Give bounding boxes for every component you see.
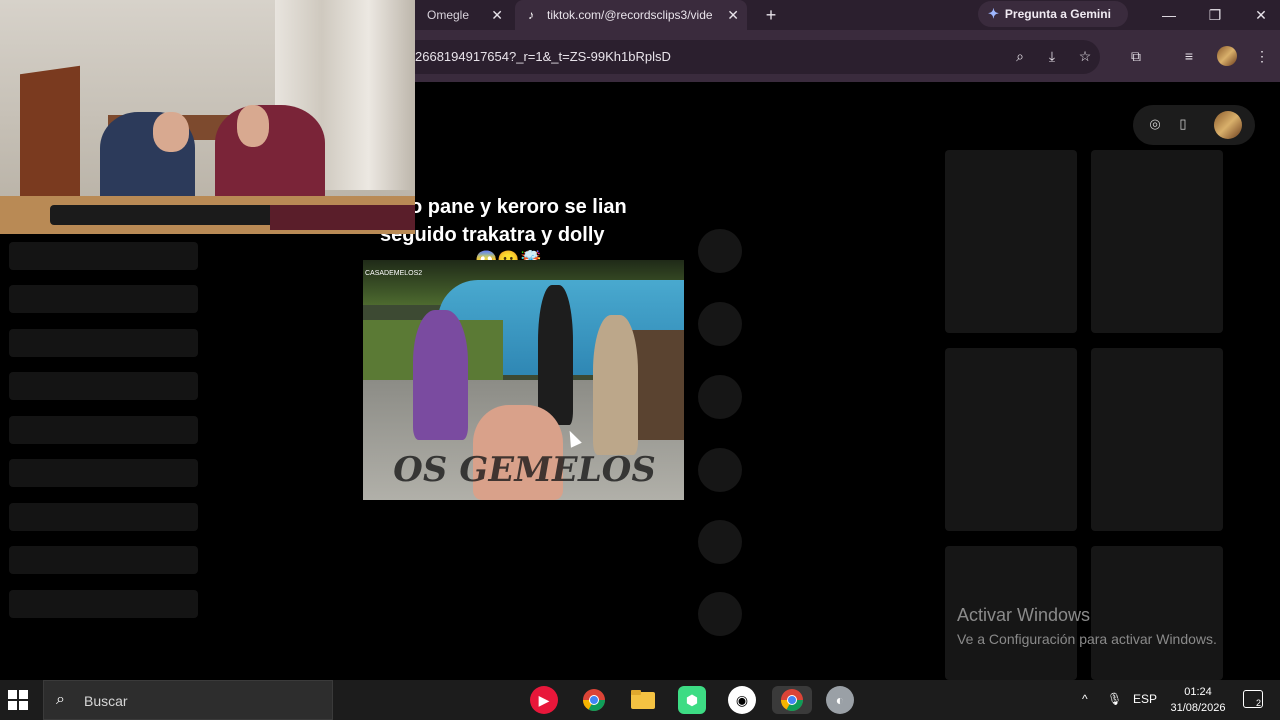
url-text[interactable]: 2668194917654?_r=1&_t=ZS-99Kh1bRplsD — [415, 49, 671, 64]
install-app-icon[interactable]: ⤓ — [1042, 46, 1062, 66]
skeleton-row — [9, 242, 198, 270]
comment-button-placeholder[interactable] — [698, 302, 742, 346]
save-button-placeholder[interactable] — [698, 375, 742, 419]
video-caption-line1: o pane y keroro se lian — [410, 196, 627, 218]
taskbar-clock[interactable]: 01:24 31/08/2026 — [1163, 684, 1233, 716]
notification-icon[interactable]: 2 — [1243, 690, 1263, 708]
compass-icon[interactable]: ◎ — [1146, 115, 1164, 133]
profile-avatar[interactable] — [1217, 46, 1237, 66]
media-controls-icon[interactable]: ≡ — [1179, 46, 1199, 66]
profile-avatar[interactable] — [1214, 111, 1242, 139]
gemini-sparkle-icon: ✦ — [988, 6, 999, 21]
close-window-icon[interactable]: ✕ — [1238, 0, 1280, 30]
like-button-placeholder[interactable] — [698, 229, 742, 273]
video-person — [538, 285, 573, 425]
windows-taskbar: ⌕ Buscar ▶ ⬢ ◉ ◐ ^ 🎙 ESP 01:24 31/08/202… — [0, 680, 1280, 720]
skeleton-thumbnail — [1091, 150, 1223, 333]
skeleton-row — [9, 459, 198, 487]
video-person — [413, 310, 468, 440]
skeleton-thumbnail — [1091, 348, 1223, 531]
zoom-icon[interactable]: ⌕ — [1010, 46, 1030, 66]
webcam-mousepad — [270, 205, 415, 230]
windows-start-icon[interactable] — [8, 690, 28, 710]
tab-omegle[interactable]: Omegle ✕ — [415, 0, 511, 30]
menu-dots-icon[interactable]: ⋮ — [1252, 46, 1272, 66]
skeleton-thumbnail — [945, 348, 1077, 531]
minimize-icon[interactable]: — — [1146, 0, 1192, 30]
tab-label: tiktok.com/@recordsclips3/vide — [547, 8, 713, 22]
webcam-door — [20, 65, 80, 215]
gemini-label: Pregunta a Gemini — [1004, 7, 1111, 21]
phone-icon[interactable]: ▯ — [1174, 115, 1192, 133]
search-placeholder: Buscar — [84, 693, 128, 709]
taskbar-search-input[interactable]: ⌕ Buscar — [43, 680, 333, 720]
video-person — [593, 315, 638, 455]
action-button-placeholder[interactable] — [698, 592, 742, 636]
activate-windows-subtitle: Ve a Configuración para activar Windows. — [957, 631, 1217, 647]
webcam-overlay — [0, 0, 415, 234]
activate-windows-title: Activar Windows — [957, 605, 1091, 625]
skeleton-row — [9, 590, 198, 618]
microphone-icon[interactable]: 🎙 — [1107, 692, 1122, 706]
close-tab-icon[interactable]: ✕ — [491, 7, 503, 24]
restore-icon[interactable]: ❐ — [1192, 0, 1238, 30]
skeleton-row — [9, 416, 198, 444]
chrome-icon[interactable] — [580, 686, 608, 714]
webcam-person-right-head — [237, 105, 269, 147]
tab-tiktok[interactable]: ♪ tiktok.com/@recordsclips3/vide ✕ — [515, 0, 747, 30]
notification-count: 2 — [1255, 698, 1261, 708]
chevron-up-icon[interactable]: ^ — [1082, 692, 1088, 706]
file-explorer-icon[interactable] — [629, 686, 657, 714]
android-studio-icon[interactable]: ⬢ — [678, 686, 706, 714]
skeleton-row — [9, 372, 198, 400]
action-button-placeholder[interactable] — [698, 520, 742, 564]
app-icon[interactable]: ◐ — [826, 686, 854, 714]
skeleton-row — [9, 285, 198, 313]
video-player[interactable]: CASADEMELOS2 OS GEMELOS — [363, 260, 684, 500]
chrome-active-icon[interactable] — [772, 686, 812, 714]
language-indicator[interactable]: ESP — [1133, 692, 1157, 706]
clock-date: 31/08/2026 — [1170, 702, 1226, 714]
search-icon: ⌕ — [56, 691, 65, 708]
skeleton-row — [9, 503, 198, 531]
video-watermark: OS GEMELOS — [389, 450, 660, 490]
share-button-placeholder[interactable] — [698, 448, 742, 492]
clock-time: 01:24 — [1184, 686, 1212, 698]
tiktok-icon: ♪ — [528, 8, 534, 22]
plus-icon[interactable]: + — [760, 4, 782, 26]
webcam-person-left-head — [153, 112, 189, 152]
skeleton-row — [9, 546, 198, 574]
skeleton-thumbnail — [1091, 546, 1223, 680]
close-tab-icon[interactable]: ✕ — [727, 7, 739, 24]
extensions-icon[interactable]: ⧉ — [1126, 46, 1146, 66]
gemini-button[interactable]: ✦ Pregunta a Gemini — [978, 1, 1128, 27]
tab-label: Omegle — [427, 8, 470, 22]
skeleton-thumbnail — [945, 150, 1077, 333]
video-channel-tag: CASADEMELOS2 — [365, 270, 423, 277]
youtube-music-icon[interactable]: ▶ — [530, 686, 558, 714]
screen: Omegle ✕ ♪ tiktok.com/@recordsclips3/vid… — [0, 0, 1280, 720]
webcam-person-right — [215, 105, 325, 200]
skeleton-row — [9, 329, 198, 357]
obs-icon[interactable]: ◉ — [728, 686, 756, 714]
webcam-keyboard — [50, 205, 280, 225]
bookmark-star-icon[interactable]: ☆ — [1075, 46, 1095, 66]
